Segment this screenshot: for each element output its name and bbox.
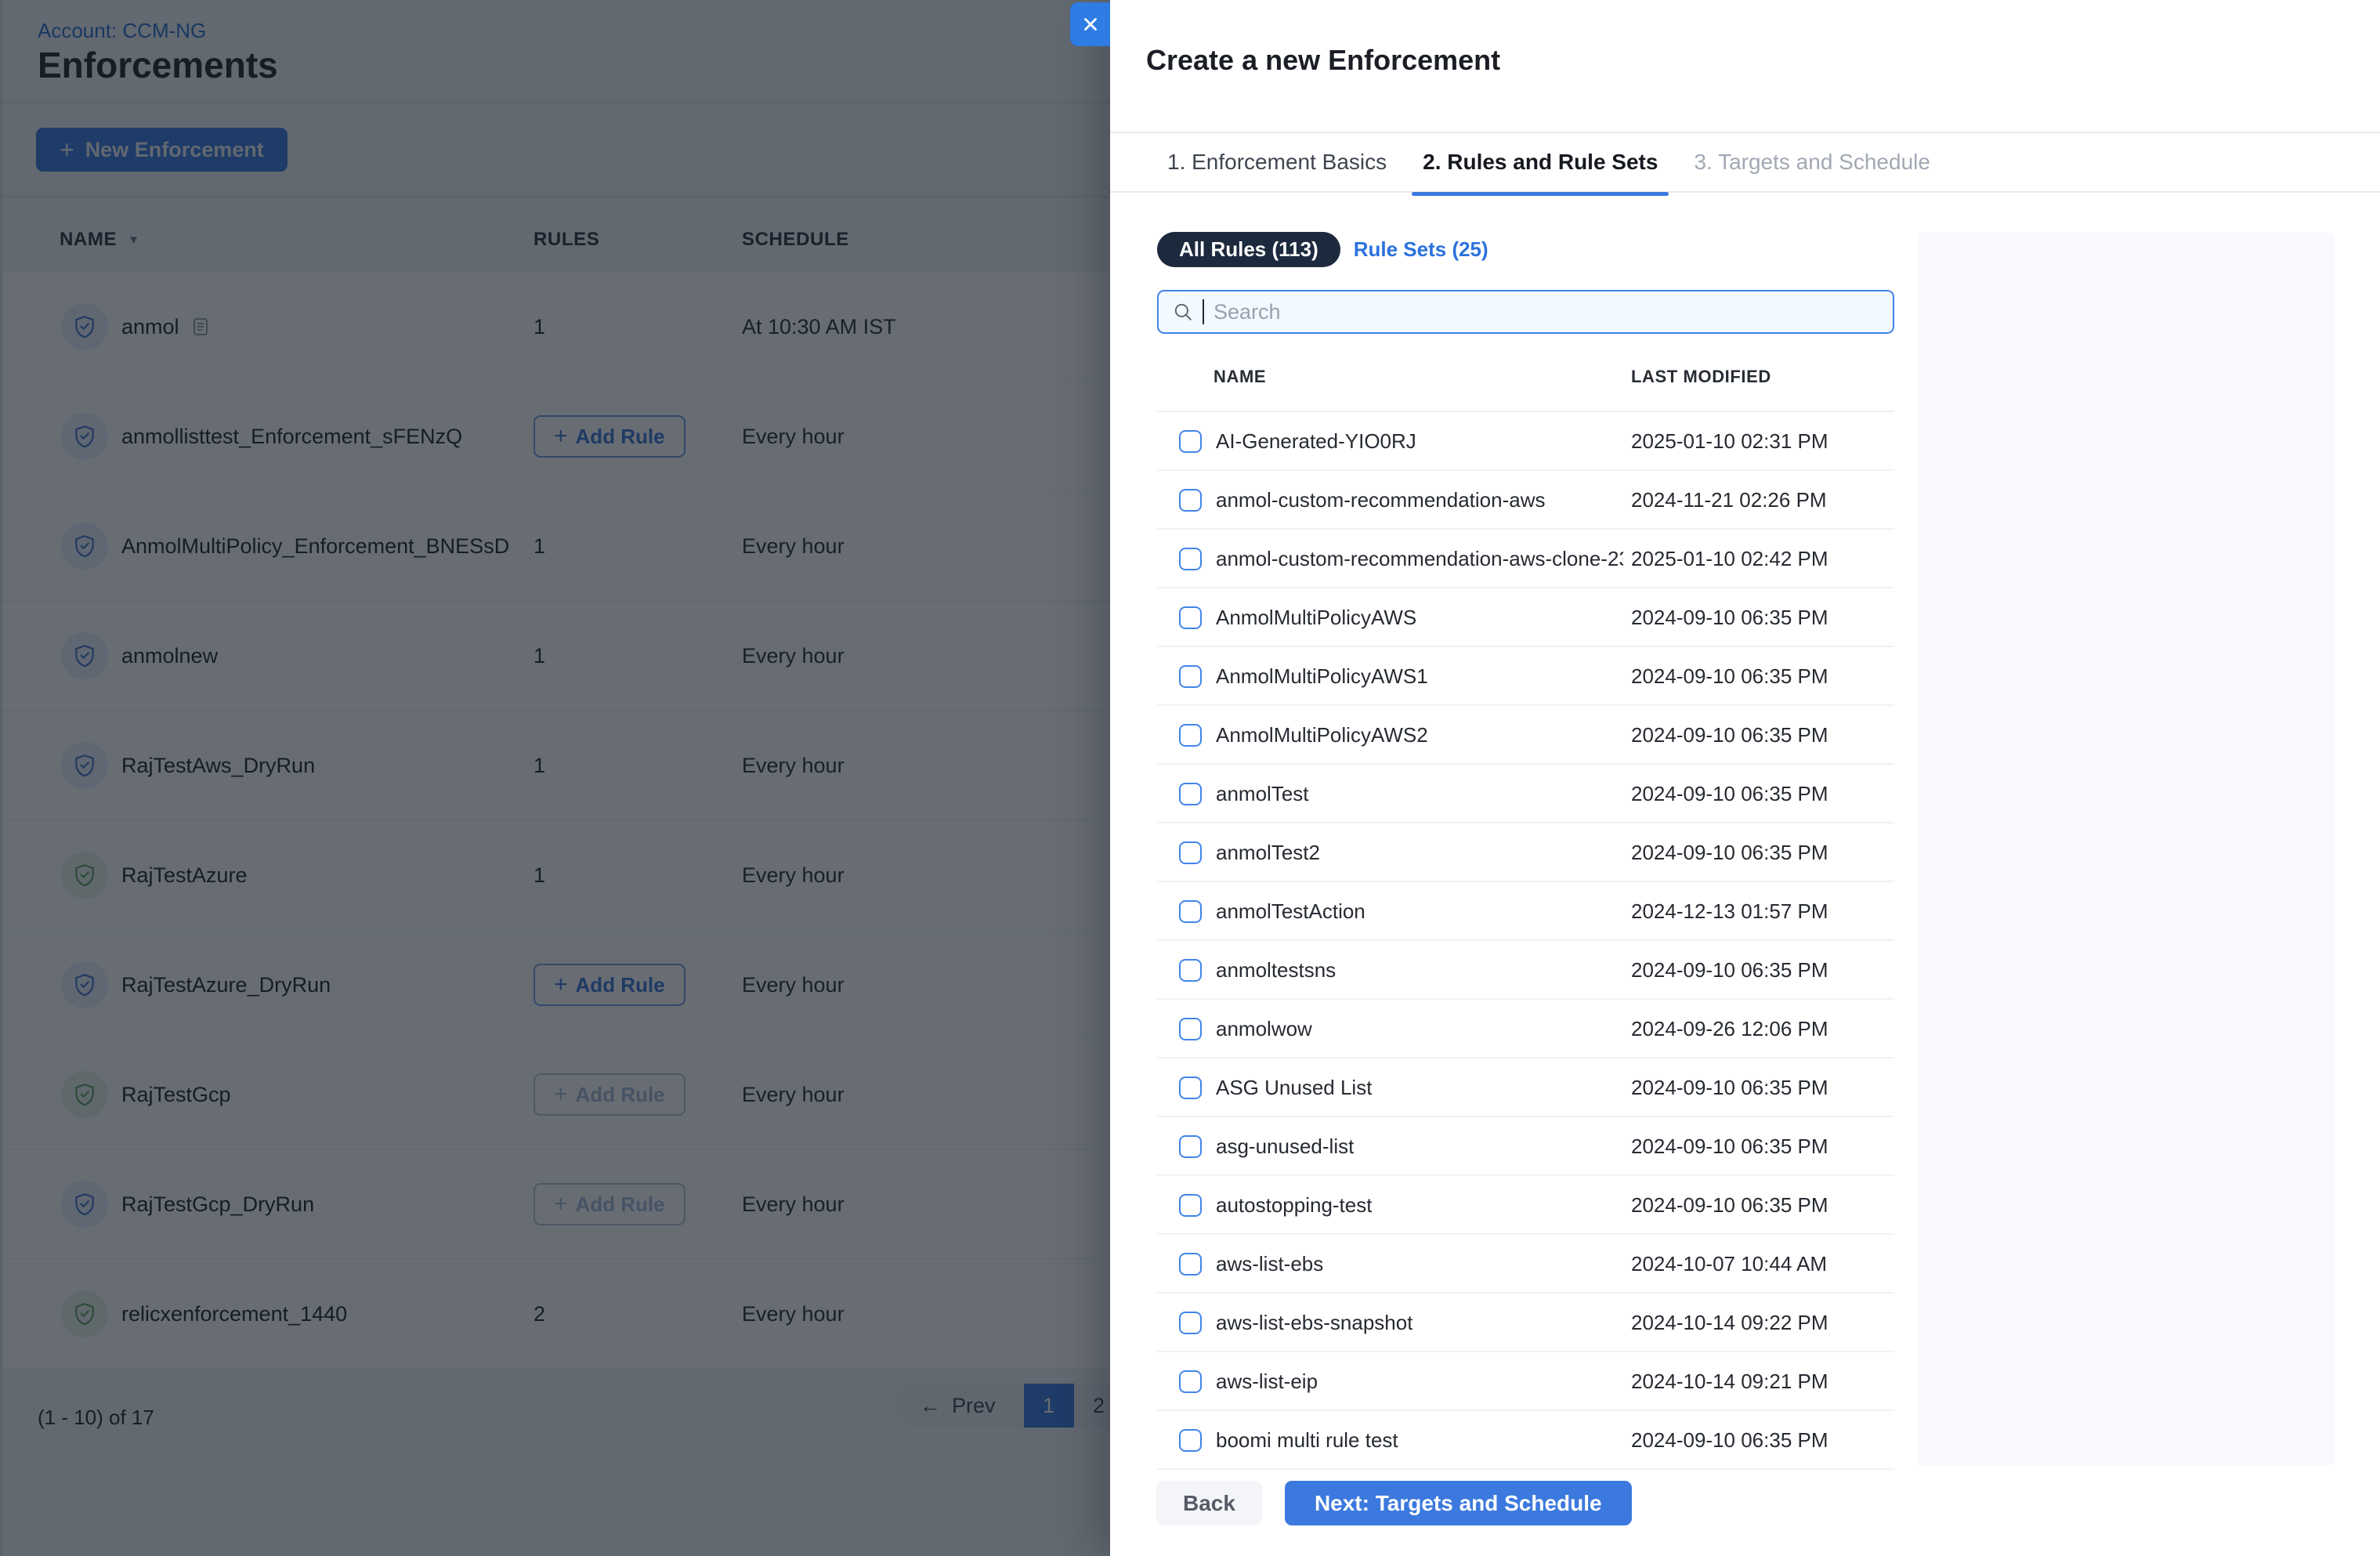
selection-preview-panel [1917,233,2335,1465]
rule-checkbox[interactable] [1179,841,1202,864]
rule-checkbox[interactable] [1179,1077,1202,1099]
rule-last-modified: 2024-09-10 06:35 PM [1631,1428,1828,1452]
rule-checkbox[interactable] [1179,1194,1202,1217]
rule-last-modified: 2024-09-10 06:35 PM [1631,664,1828,688]
drawer-footer: Back Next: Targets and Schedule [1156,1481,1632,1525]
rule-checkbox[interactable] [1179,606,1202,629]
rule-name: ASG Unused List [1216,1076,1373,1099]
drawer-title: Create a new Enforcement [1146,44,1501,76]
rule-last-modified: 2024-12-13 01:57 PM [1631,899,1828,923]
rule-row[interactable]: aws-list-eip 2024-10-14 09:21 PM [1157,1352,1894,1411]
rule-last-modified: 2024-09-10 06:35 PM [1631,723,1828,747]
rule-name: anmolwow [1216,1017,1312,1040]
rule-last-modified: 2024-10-07 10:44 AM [1631,1252,1828,1276]
rule-sets-filter-link[interactable]: Rule Sets (25) [1354,237,1488,262]
rule-last-modified: 2024-09-10 06:35 PM [1631,1076,1828,1099]
rule-checkbox[interactable] [1179,1018,1202,1040]
rule-row[interactable]: asg-unused-list 2024-09-10 06:35 PM [1157,1117,1894,1176]
rule-row[interactable]: ASG Unused List 2024-09-10 06:35 PM [1157,1058,1894,1117]
rule-row[interactable]: AnmolMultiPolicyAWS 2024-09-10 06:35 PM [1157,588,1894,647]
rule-row[interactable]: anmol-custom-recommendation-aws 2024-11-… [1157,471,1894,530]
rule-last-modified: 2024-09-26 12:06 PM [1631,1017,1828,1040]
rules-list-header: NAME LAST MODIFIED [1157,367,1894,387]
rule-last-modified: 2024-09-10 06:35 PM [1631,841,1828,864]
rule-last-modified: 2024-09-10 06:35 PM [1631,782,1828,805]
rule-checkbox[interactable] [1179,1312,1202,1334]
rule-last-modified: 2024-09-10 06:35 PM [1631,958,1828,982]
rule-checkbox[interactable] [1179,1370,1202,1393]
rule-name: AnmolMultiPolicyAWS [1216,606,1417,629]
rule-checkbox[interactable] [1179,1135,1202,1158]
tab-rules-and-rule-sets[interactable]: 2. Rules and Rule Sets [1412,150,1669,196]
rule-row[interactable]: anmolTest 2024-09-10 06:35 PM [1157,765,1894,823]
search-input[interactable] [1214,291,1893,332]
rule-last-modified: 2025-01-10 02:42 PM [1631,547,1828,570]
rule-row[interactable]: anmolTest2 2024-09-10 06:35 PM [1157,823,1894,882]
next-button[interactable]: Next: Targets and Schedule [1284,1481,1632,1525]
rule-last-modified: 2024-09-10 06:35 PM [1631,1193,1828,1217]
rule-name: aws-list-ebs-snapshot [1216,1311,1413,1334]
all-rules-filter-pill[interactable]: All Rules (113) [1157,232,1340,267]
rules-column-header-modified: LAST MODIFIED [1631,367,1771,386]
rule-last-modified: 2024-09-10 06:35 PM [1631,1134,1828,1158]
rule-row[interactable]: AnmolMultiPolicyAWS1 2024-09-10 06:35 PM [1157,647,1894,706]
rule-name: asg-unused-list [1216,1134,1355,1158]
rule-last-modified: 2025-01-10 02:31 PM [1631,429,1828,453]
rule-name: anmolTest2 [1216,841,1320,864]
tab-enforcement-basics[interactable]: 1. Enforcement Basics [1167,150,1387,175]
rule-row[interactable]: autostopping-test 2024-09-10 06:35 PM [1157,1176,1894,1235]
rule-name: aws-list-ebs [1216,1252,1324,1276]
rule-row[interactable]: anmolTestAction 2024-12-13 01:57 PM [1157,882,1894,941]
rule-last-modified: 2024-11-21 02:26 PM [1631,488,1827,512]
rule-checkbox[interactable] [1179,548,1202,570]
rule-row[interactable]: anmol-custom-recommendation-aws-clone-23… [1157,530,1894,588]
rule-name: anmoltestsns [1216,958,1336,982]
back-button[interactable]: Back [1156,1481,1262,1525]
rule-row[interactable]: anmolwow 2024-09-26 12:06 PM [1157,1000,1894,1058]
rule-checkbox[interactable] [1179,1429,1202,1452]
rule-name: boomi multi rule test [1216,1428,1398,1452]
rule-name: AnmolMultiPolicyAWS1 [1216,664,1428,688]
rule-row[interactable]: aws-list-ebs-snapshot 2024-10-14 09:22 P… [1157,1294,1894,1352]
close-icon [1083,18,1097,31]
rule-last-modified: 2024-09-10 06:35 PM [1631,606,1828,629]
rule-last-modified: 2024-10-14 09:22 PM [1631,1311,1828,1334]
rule-checkbox[interactable] [1179,430,1202,453]
rule-row[interactable]: anmoltestsns 2024-09-10 06:35 PM [1157,941,1894,1000]
rule-name: AnmolMultiPolicyAWS2 [1216,723,1428,747]
rules-column-header-name: NAME [1214,367,1267,386]
rule-checkbox[interactable] [1179,1253,1202,1276]
rule-name: aws-list-eip [1216,1370,1318,1393]
close-icon-button[interactable] [1070,2,1110,46]
rule-name: AI-Generated-YIO0RJ [1216,429,1416,453]
rule-checkbox[interactable] [1179,959,1202,982]
wizard-tabs: 1. Enforcement Basics 2. Rules and Rule … [1110,132,2380,196]
rule-row[interactable]: AnmolMultiPolicyAWS2 2024-09-10 06:35 PM [1157,706,1894,765]
rule-name: anmol-custom-recommendation-aws-clone-23… [1216,547,1623,570]
rule-last-modified: 2024-10-14 09:21 PM [1631,1370,1828,1393]
rule-name: autostopping-test [1216,1193,1373,1217]
search-icon [1173,302,1193,322]
rules-filter-toggle: All Rules (113) Rule Sets (25) [1157,232,1488,267]
rule-name: anmol-custom-recommendation-aws [1216,488,1546,512]
rule-name: anmolTest [1216,782,1309,805]
rule-checkbox[interactable] [1179,724,1202,747]
rule-checkbox[interactable] [1179,900,1202,923]
rule-row[interactable]: AI-Generated-YIO0RJ 2025-01-10 02:31 PM [1157,412,1894,471]
rule-name: anmolTestAction [1216,899,1365,923]
rule-checkbox[interactable] [1179,489,1202,512]
rule-row[interactable]: boomi multi rule test 2024-09-10 06:35 P… [1157,1411,1894,1470]
rule-row[interactable]: aws-list-ebs 2024-10-07 10:44 AM [1157,1235,1894,1294]
text-caret [1203,299,1204,324]
tab-targets-and-schedule[interactable]: 3. Targets and Schedule [1694,150,1930,175]
create-enforcement-drawer: Create a new Enforcement 1. Enforcement … [1070,0,2380,1556]
rule-checkbox[interactable] [1179,783,1202,805]
rules-list: AI-Generated-YIO0RJ 2025-01-10 02:31 PM … [1157,411,1894,1470]
search-box [1157,290,1894,334]
rule-checkbox[interactable] [1179,665,1202,688]
